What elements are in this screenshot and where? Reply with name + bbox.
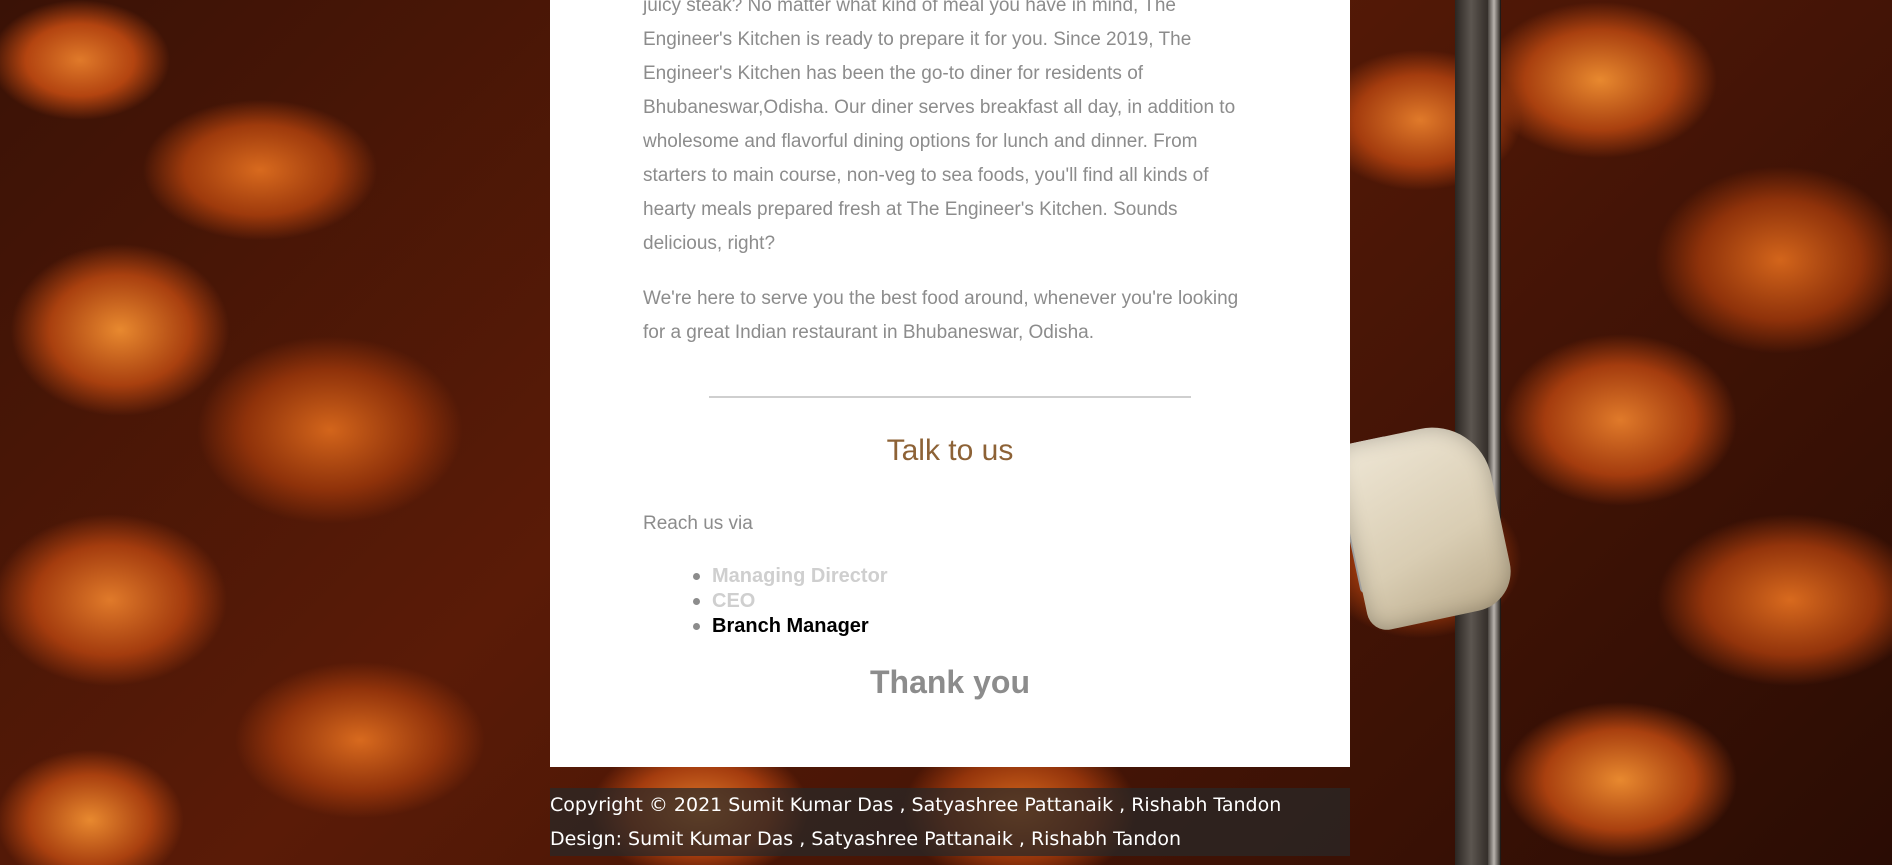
bullet-icon [693,573,700,580]
contact-option-label: Branch Manager [712,615,869,637]
footer-design-credit: Design: Sumit Kumar Das , Satyashree Pat… [550,828,1182,850]
contact-option-branch-manager[interactable]: Branch Manager [693,614,888,639]
background-tray-edge [1488,0,1500,865]
reach-us-label: Reach us via [643,513,753,534]
about-paragraph-1: juicy steak? No matter what kind of meal… [643,0,1236,254]
contact-option-label: CEO [712,590,756,612]
contact-options-list: Managing Director CEO Branch Manager [693,564,888,639]
content-panel: juicy steak? No matter what kind of meal… [550,0,1350,767]
contact-option-ceo[interactable]: CEO [693,589,888,614]
contact-option-managing-director[interactable]: Managing Director [693,564,888,589]
footer-copyright: Copyright © 2021 Sumit Kumar Das , Satya… [550,794,1282,816]
footer: Copyright © 2021 Sumit Kumar Das , Satya… [550,788,1350,856]
talk-to-us-heading: Talk to us [886,434,1014,467]
bullet-icon [693,598,700,605]
contact-option-label: Managing Director [712,565,888,587]
thank-you-heading: Thank you [869,664,1030,700]
about-paragraph-2: We're here to serve you the best food ar… [643,288,1239,343]
bullet-icon [693,623,700,630]
section-divider [709,396,1191,398]
